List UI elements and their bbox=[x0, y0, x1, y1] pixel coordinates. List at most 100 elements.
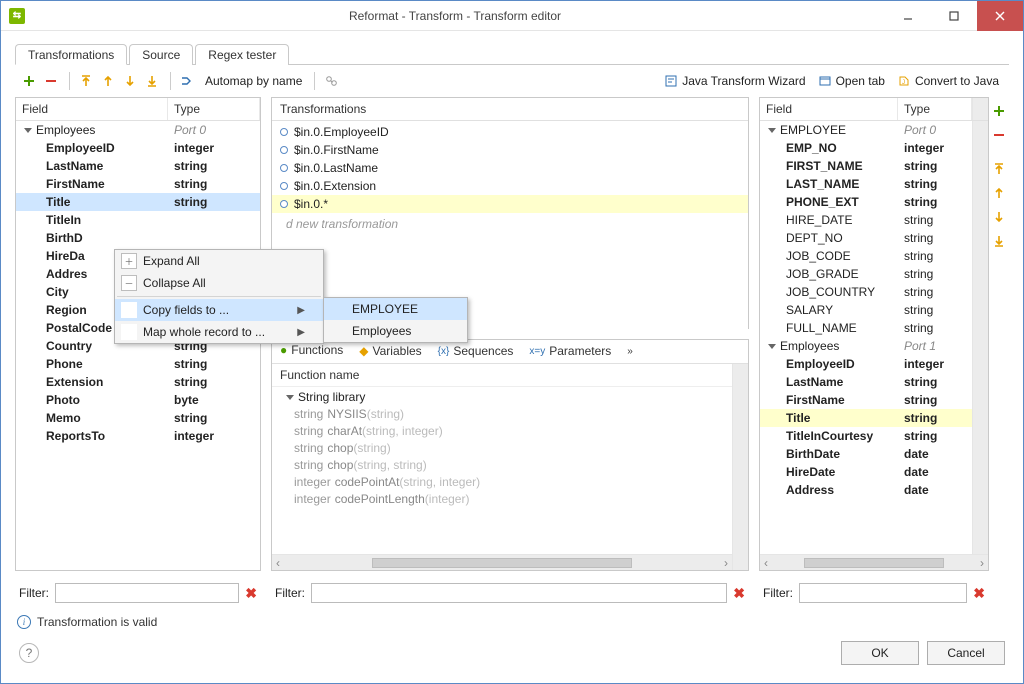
function-list[interactable]: String librarystringNYSIIS(string)string… bbox=[272, 387, 732, 555]
ok-button[interactable]: OK bbox=[841, 641, 919, 665]
tree-field[interactable]: SALARYstring bbox=[760, 301, 972, 319]
left-header-field[interactable]: Field bbox=[16, 98, 168, 120]
tree-field[interactable]: Titlestring bbox=[760, 409, 972, 427]
close-button[interactable] bbox=[977, 1, 1023, 31]
tree-field[interactable]: EmployeeIDinteger bbox=[760, 355, 972, 373]
automap-button[interactable]: Automap by name bbox=[199, 72, 308, 90]
tree-field[interactable]: JOB_COUNTRYstring bbox=[760, 283, 972, 301]
tree-field[interactable]: Memostring bbox=[16, 409, 260, 427]
menu-copy-fields[interactable]: Copy fields to ...▶ EMPLOYEE Employees bbox=[115, 299, 323, 321]
tree-field[interactable]: Titlestring bbox=[16, 193, 260, 211]
right-filter-input[interactable] bbox=[799, 583, 967, 603]
function-item[interactable]: integercodePointLength(integer) bbox=[272, 491, 732, 508]
function-item[interactable]: stringcharAt(string, integer) bbox=[272, 423, 732, 440]
out-move-up-icon[interactable] bbox=[989, 183, 1009, 203]
tree-group[interactable]: EmployeesPort 1 bbox=[760, 337, 972, 355]
automap-icon[interactable] bbox=[177, 71, 197, 91]
functions-hscroll[interactable]: ‹› bbox=[272, 554, 732, 570]
tree-field[interactable]: Photobyte bbox=[16, 391, 260, 409]
clear-filter-icon[interactable]: ✖ bbox=[733, 585, 745, 602]
tree-field[interactable]: TitleInCourtesystring bbox=[760, 427, 972, 445]
tree-field[interactable]: EmployeeIDinteger bbox=[16, 139, 260, 157]
subtab-parameters[interactable]: x=yParameters bbox=[521, 340, 619, 363]
out-move-top-icon[interactable] bbox=[989, 159, 1009, 179]
tree-field[interactable]: ReportsTointeger bbox=[16, 427, 260, 445]
help-button[interactable]: ? bbox=[19, 643, 39, 663]
tree-field[interactable]: Phonestring bbox=[16, 355, 260, 373]
tree-field[interactable]: Extensionstring bbox=[16, 373, 260, 391]
tree-group[interactable]: EMPLOYEEPort 0 bbox=[760, 121, 972, 139]
minimize-button[interactable] bbox=[885, 1, 931, 31]
tree-field[interactable]: FULL_NAMEstring bbox=[760, 319, 972, 337]
add-icon[interactable] bbox=[19, 71, 39, 91]
context-menu[interactable]: ＋Expand All －Collapse All Copy fields to… bbox=[114, 249, 324, 344]
out-move-bottom-icon[interactable] bbox=[989, 231, 1009, 251]
function-item[interactable]: stringchop(string) bbox=[272, 440, 732, 457]
left-filter-input[interactable] bbox=[55, 583, 239, 603]
maximize-button[interactable] bbox=[931, 1, 977, 31]
automap-type-icon[interactable] bbox=[321, 71, 341, 91]
left-tree[interactable]: EmployeesPort 0EmployeeIDintegerLastName… bbox=[16, 121, 260, 570]
function-item[interactable]: stringchop(string, string) bbox=[272, 457, 732, 474]
java-wizard-button[interactable]: Java Transform Wizard bbox=[658, 72, 811, 90]
add-new-transform[interactable]: d new transformation bbox=[272, 213, 748, 235]
open-tab-button[interactable]: Open tab bbox=[812, 72, 891, 90]
tree-field[interactable]: FIRST_NAMEstring bbox=[760, 157, 972, 175]
tree-field[interactable]: LAST_NAMEstring bbox=[760, 175, 972, 193]
right-header-field[interactable]: Field bbox=[760, 98, 898, 120]
tree-field[interactable]: HireDatedate bbox=[760, 463, 972, 481]
move-bottom-icon[interactable] bbox=[142, 71, 162, 91]
tree-field[interactable]: HIRE_DATEstring bbox=[760, 211, 972, 229]
functions-vscroll[interactable] bbox=[732, 364, 748, 571]
menu-collapse-all[interactable]: －Collapse All bbox=[115, 272, 323, 294]
left-header-type[interactable]: Type bbox=[168, 98, 260, 120]
add-output-icon[interactable] bbox=[989, 101, 1009, 121]
out-move-down-icon[interactable] bbox=[989, 207, 1009, 227]
transform-row[interactable]: $in.0.EmployeeID bbox=[272, 123, 748, 141]
tree-field[interactable]: EMP_NOinteger bbox=[760, 139, 972, 157]
function-item[interactable]: integercodePointAt(string, integer) bbox=[272, 474, 732, 491]
move-up-icon[interactable] bbox=[98, 71, 118, 91]
clear-filter-icon[interactable]: ✖ bbox=[245, 585, 257, 602]
submenu-employees[interactable]: Employees bbox=[324, 320, 467, 342]
right-vscroll[interactable] bbox=[972, 121, 988, 554]
right-tree[interactable]: EMPLOYEEPort 0EMP_NOintegerFIRST_NAMEstr… bbox=[760, 121, 972, 554]
tree-field[interactable]: LastNamestring bbox=[760, 373, 972, 391]
copy-fields-submenu[interactable]: EMPLOYEE Employees bbox=[323, 297, 468, 343]
tree-field[interactable]: FirstNamestring bbox=[760, 391, 972, 409]
tree-field[interactable]: LastNamestring bbox=[16, 157, 260, 175]
tree-field[interactable]: TitleIn bbox=[16, 211, 260, 229]
menu-map-record[interactable]: Map whole record to ...▶ bbox=[115, 321, 323, 343]
remove-icon[interactable] bbox=[41, 71, 61, 91]
right-vscroll-head[interactable] bbox=[972, 98, 988, 120]
tree-field[interactable]: Addressdate bbox=[760, 481, 972, 499]
transform-row[interactable]: $in.0.FirstName bbox=[272, 141, 748, 159]
transform-row[interactable]: $in.0.Extension bbox=[272, 177, 748, 195]
menu-expand-all[interactable]: ＋Expand All bbox=[115, 250, 323, 272]
tree-field[interactable]: FirstNamestring bbox=[16, 175, 260, 193]
move-top-icon[interactable] bbox=[76, 71, 96, 91]
remove-output-icon[interactable] bbox=[989, 125, 1009, 145]
cancel-button[interactable]: Cancel bbox=[927, 641, 1005, 665]
submenu-employee[interactable]: EMPLOYEE bbox=[324, 298, 467, 320]
right-hscroll[interactable]: ‹› bbox=[760, 554, 988, 570]
subtab-more[interactable]: » bbox=[619, 340, 641, 363]
tab-transformations[interactable]: Transformations bbox=[15, 44, 127, 65]
transform-row[interactable]: $in.0.* bbox=[272, 195, 748, 213]
tree-field[interactable]: JOB_GRADEstring bbox=[760, 265, 972, 283]
tab-source[interactable]: Source bbox=[129, 44, 193, 65]
function-name-header[interactable]: Function name bbox=[272, 364, 732, 387]
convert-java-button[interactable]: JConvert to Java bbox=[891, 72, 1005, 90]
right-header-type[interactable]: Type bbox=[898, 98, 972, 120]
tree-field[interactable]: BirthD bbox=[16, 229, 260, 247]
tree-field[interactable]: JOB_CODEstring bbox=[760, 247, 972, 265]
tree-field[interactable]: BirthDatedate bbox=[760, 445, 972, 463]
clear-filter-icon[interactable]: ✖ bbox=[973, 585, 985, 602]
tab-regex-tester[interactable]: Regex tester bbox=[195, 44, 289, 65]
transform-row[interactable]: $in.0.LastName bbox=[272, 159, 748, 177]
function-group[interactable]: String library bbox=[272, 389, 732, 406]
move-down-icon[interactable] bbox=[120, 71, 140, 91]
function-item[interactable]: stringNYSIIS(string) bbox=[272, 406, 732, 423]
tree-field[interactable]: PHONE_EXTstring bbox=[760, 193, 972, 211]
mid-filter-input[interactable] bbox=[311, 583, 727, 603]
